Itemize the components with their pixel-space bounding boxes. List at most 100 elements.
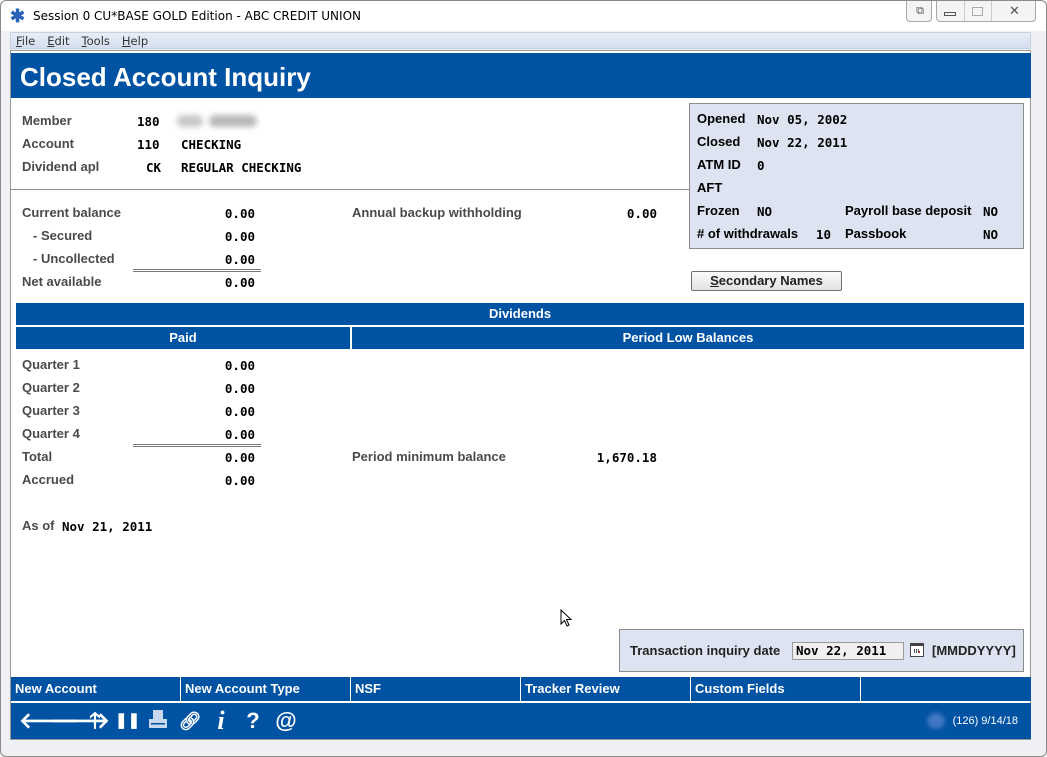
member-value: 180 [137,114,160,129]
atm-id-value: 0 [757,158,765,173]
period-min-balance-label: Period minimum balance [352,449,506,464]
tracker-review-button[interactable]: Tracker Review [521,677,691,701]
dividend-apl-desc: REGULAR CHECKING [181,160,302,175]
menu-edit-rest: dit [54,33,70,48]
status-text: (126) 9/14/18 [952,715,1018,727]
mouse-cursor-icon [560,609,573,627]
custom-fields-button[interactable]: Custom Fields [691,677,861,701]
dividend-apl-value: CK [146,160,162,175]
app-window: ✱ Session 0 CU*BASE GOLD Edition - ABC C… [0,0,1047,757]
window-title: Session 0 CU*BASE GOLD Edition - ABC CRE… [33,9,361,23]
app-logo-icon: ✱ [10,6,26,26]
print-icon[interactable] [146,708,170,736]
close-icon: ✕ [1009,3,1020,18]
passbook-value: NO [983,227,999,242]
menu-bar: File Edit Tools Help [10,32,1031,49]
close-button[interactable]: ✕ [991,1,1037,21]
frozen-value: NO [757,204,773,219]
secured-value: 0.00 [224,229,255,244]
quarter-2-value: 0.00 [224,381,255,396]
back-arrow-icon[interactable]: 🡐 [19,708,78,734]
inquiry-date-input[interactable]: Nov 22, 2011 [792,642,904,660]
as-of-value: Nov 21, 2011 [62,519,153,534]
atm-id-label: ATM ID [697,157,741,172]
secondary-names-rest: econdary Names [718,273,823,288]
inquiry-date-panel: Transaction inquiry date Nov 22, 2011 [M… [619,629,1024,672]
net-available-value: 0.00 [224,275,255,290]
restore-session-icon: ⧉ [916,4,924,17]
empty-function-key [861,677,1031,701]
total-line [133,444,261,447]
payroll-label: Payroll base deposit [845,203,972,218]
menu-file[interactable]: File [16,34,35,48]
withdrawals-label: # of withdrawals [697,226,799,241]
closed-label: Closed [697,134,741,149]
as-of-label: As of [22,518,55,533]
total-label: Total [22,449,53,464]
current-balance-label: Current balance [22,205,121,220]
print-icon-svg [149,710,167,728]
nsf-button[interactable]: NSF [351,677,521,701]
menu-tools[interactable]: Tools [82,34,110,48]
section-divider [11,189,689,190]
maximize-button[interactable] [964,1,990,21]
forward-arrow-icon[interactable]: 🡒 [51,708,110,734]
status-indicator-icon [927,713,945,729]
menu-tools-rest: ools [86,33,110,48]
account-desc: CHECKING [181,137,242,152]
quarter-4-label: Quarter 4 [22,426,80,441]
menu-edit[interactable]: Edit [47,34,69,48]
total-value: 0.00 [224,450,255,465]
quarter-1-value: 0.00 [224,358,255,373]
closed-value: Nov 22, 2011 [757,135,848,150]
opened-value: Nov 05, 2002 [757,112,848,127]
net-available-label: Net available [22,274,102,289]
minimize-icon [944,12,956,16]
window-controls: ✕ [936,1,1036,22]
quarter-1-label: Quarter 1 [22,357,80,372]
link-icon[interactable]: 🔗︎ [178,708,202,734]
accrued-value: 0.00 [224,473,255,488]
uncollected-value: 0.00 [224,252,255,267]
email-icon[interactable]: @ [273,708,299,734]
dividends-header: Dividends [16,303,1024,325]
calendar-icon-dot [918,651,920,653]
backup-withholding-value: 0.00 [626,206,657,221]
account-value: 110 [137,137,160,152]
member-name-redacted [177,115,203,127]
payroll-value: NO [983,204,999,219]
restore-session-button[interactable]: ⧉ [906,1,932,22]
quarter-4-value: 0.00 [224,427,255,442]
current-balance-value: 0.00 [224,206,255,221]
period-min-balance-value: 1,670.18 [596,450,657,465]
period-low-balances-header: Period Low Balances [352,327,1024,349]
opened-label: Opened [697,111,746,126]
passbook-label: Passbook [845,226,907,241]
function-key-bar: New Account New Account Type NSF Tracker… [11,677,1031,701]
paid-header: Paid [16,327,350,349]
new-account-type-button[interactable]: New Account Type [181,677,351,701]
menu-file-rest: ile [21,33,36,48]
secured-label: - Secured [33,228,93,243]
minimize-button[interactable] [937,1,963,21]
help-icon[interactable]: ? [243,708,263,734]
quarter-3-label: Quarter 3 [22,403,80,418]
backup-withholding-label: Annual backup withholding [352,205,522,220]
aft-label: AFT [697,180,723,195]
menu-help[interactable]: Help [122,34,148,48]
date-format-hint: [MMDDYYYY] [932,643,1016,658]
info-icon[interactable]: i [211,708,231,734]
new-account-button[interactable]: New Account [11,677,181,701]
uncollected-label: - Uncollected [33,251,115,266]
page-title: Closed Account Inquiry [20,62,311,92]
calendar-icon[interactable] [910,643,924,657]
accrued-label: Accrued [22,472,75,487]
sum-line [133,269,261,272]
inquiry-date-label: Transaction inquiry date [630,643,781,658]
secondary-names-button[interactable]: Secondary Names [691,271,842,291]
pause-icon[interactable]: ❚❚ [115,708,140,734]
account-status-box: Opened Nov 05, 2002 Closed Nov 22, 2011 … [689,103,1024,249]
up-arrow-icon[interactable]: 🡑 [83,708,107,734]
frozen-label: Frozen [697,203,740,218]
quarter-3-value: 0.00 [224,404,255,419]
